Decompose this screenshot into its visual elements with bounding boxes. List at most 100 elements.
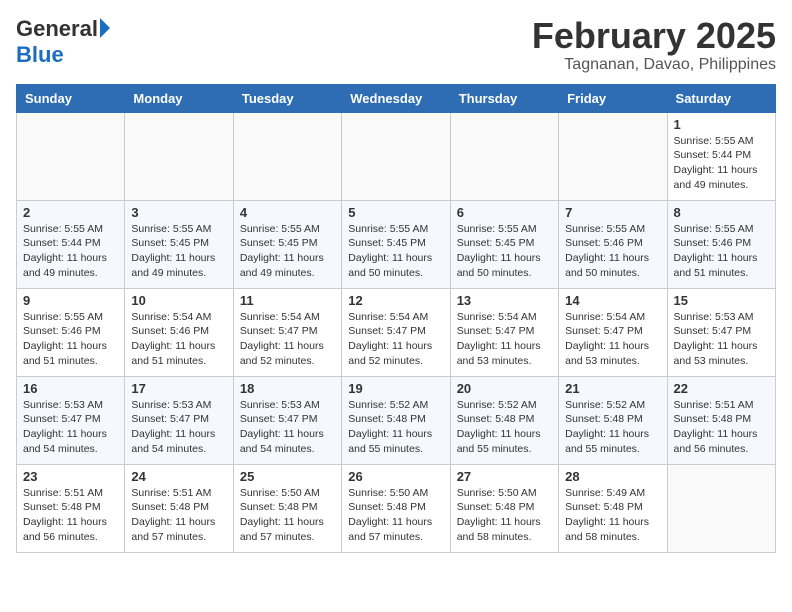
calendar-header-row: SundayMondayTuesdayWednesdayThursdayFrid… [17,84,776,112]
calendar-cell [559,112,667,200]
day-number: 24 [131,469,226,484]
calendar-cell [125,112,233,200]
day-number: 1 [674,117,769,132]
day-info: Sunrise: 5:54 AM Sunset: 5:47 PM Dayligh… [565,310,660,369]
calendar-cell: 20 Sunrise: 5:52 AM Sunset: 5:48 PM Dayli… [450,376,558,464]
day-number: 2 [23,205,118,220]
calendar-week-row: 9 Sunrise: 5:55 AM Sunset: 5:46 PM Daylig… [17,288,776,376]
day-number: 15 [674,293,769,308]
month-title: February 2025 [532,16,776,56]
calendar-cell: 13 Sunrise: 5:54 AM Sunset: 5:47 PM Dayli… [450,288,558,376]
calendar-cell: 9 Sunrise: 5:55 AM Sunset: 5:46 PM Daylig… [17,288,125,376]
calendar-cell: 23 Sunrise: 5:51 AM Sunset: 5:48 PM Dayli… [17,464,125,552]
calendar-cell: 21 Sunrise: 5:52 AM Sunset: 5:48 PM Dayli… [559,376,667,464]
calendar-cell: 5 Sunrise: 5:55 AM Sunset: 5:45 PM Daylig… [342,200,450,288]
calendar-cell: 2 Sunrise: 5:55 AM Sunset: 5:44 PM Daylig… [17,200,125,288]
day-info: Sunrise: 5:52 AM Sunset: 5:48 PM Dayligh… [565,398,660,457]
location-title: Tagnanan, Davao, Philippines [532,56,776,74]
logo-general-text: General [16,16,98,42]
weekday-header-monday: Monday [125,84,233,112]
day-info: Sunrise: 5:55 AM Sunset: 5:45 PM Dayligh… [348,222,443,281]
calendar-cell: 24 Sunrise: 5:51 AM Sunset: 5:48 PM Dayli… [125,464,233,552]
day-number: 11 [240,293,335,308]
day-info: Sunrise: 5:54 AM Sunset: 5:47 PM Dayligh… [348,310,443,369]
calendar-cell: 28Sunrise: 5:49 AM Sunset: 5:48 PM Dayli… [559,464,667,552]
calendar-cell: 15Sunrise: 5:53 AM Sunset: 5:47 PM Dayli… [667,288,775,376]
day-info: Sunrise: 5:52 AM Sunset: 5:48 PM Dayligh… [348,398,443,457]
calendar-cell: 25 Sunrise: 5:50 AM Sunset: 5:48 PM Dayli… [233,464,341,552]
title-area: February 2025 Tagnanan, Davao, Philippin… [532,16,776,74]
day-number: 28 [565,469,660,484]
calendar-cell [667,464,775,552]
calendar-cell [233,112,341,200]
calendar-cell: 10 Sunrise: 5:54 AM Sunset: 5:46 PM Dayli… [125,288,233,376]
day-number: 10 [131,293,226,308]
day-number: 21 [565,381,660,396]
calendar-cell: 12 Sunrise: 5:54 AM Sunset: 5:47 PM Dayli… [342,288,450,376]
calendar-cell: 14 Sunrise: 5:54 AM Sunset: 5:47 PM Dayli… [559,288,667,376]
page-header: General Blue February 2025 Tagnanan, Dav… [16,16,776,74]
logo-blue-text: Blue [16,42,64,68]
calendar-cell: 16 Sunrise: 5:53 AM Sunset: 5:47 PM Dayli… [17,376,125,464]
calendar-cell: 18Sunrise: 5:53 AM Sunset: 5:47 PM Dayli… [233,376,341,464]
calendar-cell: 3 Sunrise: 5:55 AM Sunset: 5:45 PM Daylig… [125,200,233,288]
day-info: Sunrise: 5:54 AM Sunset: 5:46 PM Dayligh… [131,310,226,369]
calendar-table: SundayMondayTuesdayWednesdayThursdayFrid… [16,84,776,553]
day-number: 14 [565,293,660,308]
calendar-cell [450,112,558,200]
calendar-week-row: 23 Sunrise: 5:51 AM Sunset: 5:48 PM Dayli… [17,464,776,552]
calendar-cell: 26 Sunrise: 5:50 AM Sunset: 5:48 PM Dayli… [342,464,450,552]
calendar-cell: 17 Sunrise: 5:53 AM Sunset: 5:47 PM Dayli… [125,376,233,464]
calendar-cell: 27Sunrise: 5:50 AM Sunset: 5:48 PM Dayli… [450,464,558,552]
day-number: 5 [348,205,443,220]
calendar-week-row: 2 Sunrise: 5:55 AM Sunset: 5:44 PM Daylig… [17,200,776,288]
day-number: 7 [565,205,660,220]
day-number: 25 [240,469,335,484]
weekday-header-wednesday: Wednesday [342,84,450,112]
day-number: 17 [131,381,226,396]
weekday-header-saturday: Saturday [667,84,775,112]
day-info: Sunrise: 5:55 AM Sunset: 5:44 PM Dayligh… [23,222,118,281]
day-info: Sunrise: 5:55 AM Sunset: 5:45 PM Dayligh… [240,222,335,281]
day-number: 9 [23,293,118,308]
day-info: Sunrise: 5:51 AM Sunset: 5:48 PM Dayligh… [674,398,769,457]
day-number: 12 [348,293,443,308]
calendar-cell: 7Sunrise: 5:55 AM Sunset: 5:46 PM Daylig… [559,200,667,288]
calendar-cell: 1 Sunrise: 5:55 AM Sunset: 5:44 PM Daylig… [667,112,775,200]
day-number: 3 [131,205,226,220]
day-info: Sunrise: 5:50 AM Sunset: 5:48 PM Dayligh… [457,486,552,545]
day-info: Sunrise: 5:53 AM Sunset: 5:47 PM Dayligh… [23,398,118,457]
day-info: Sunrise: 5:55 AM Sunset: 5:46 PM Dayligh… [674,222,769,281]
day-number: 22 [674,381,769,396]
day-number: 4 [240,205,335,220]
day-number: 18 [240,381,335,396]
day-info: Sunrise: 5:51 AM Sunset: 5:48 PM Dayligh… [23,486,118,545]
day-info: Sunrise: 5:54 AM Sunset: 5:47 PM Dayligh… [457,310,552,369]
logo-triangle-icon [100,18,110,38]
calendar-cell: 8Sunrise: 5:55 AM Sunset: 5:46 PM Daylig… [667,200,775,288]
day-number: 13 [457,293,552,308]
weekday-header-friday: Friday [559,84,667,112]
day-number: 20 [457,381,552,396]
day-info: Sunrise: 5:50 AM Sunset: 5:48 PM Dayligh… [348,486,443,545]
calendar-cell: 11Sunrise: 5:54 AM Sunset: 5:47 PM Dayli… [233,288,341,376]
calendar-cell: 19 Sunrise: 5:52 AM Sunset: 5:48 PM Dayli… [342,376,450,464]
day-info: Sunrise: 5:55 AM Sunset: 5:46 PM Dayligh… [23,310,118,369]
day-info: Sunrise: 5:51 AM Sunset: 5:48 PM Dayligh… [131,486,226,545]
day-number: 23 [23,469,118,484]
day-info: Sunrise: 5:55 AM Sunset: 5:45 PM Dayligh… [131,222,226,281]
day-info: Sunrise: 5:50 AM Sunset: 5:48 PM Dayligh… [240,486,335,545]
calendar-week-row: 16 Sunrise: 5:53 AM Sunset: 5:47 PM Dayli… [17,376,776,464]
calendar-cell [342,112,450,200]
logo: General Blue [16,16,110,68]
day-number: 19 [348,381,443,396]
day-info: Sunrise: 5:53 AM Sunset: 5:47 PM Dayligh… [131,398,226,457]
day-number: 6 [457,205,552,220]
day-info: Sunrise: 5:55 AM Sunset: 5:44 PM Dayligh… [674,134,769,193]
day-number: 16 [23,381,118,396]
day-number: 26 [348,469,443,484]
calendar-cell [17,112,125,200]
weekday-header-sunday: Sunday [17,84,125,112]
calendar-cell: 4 Sunrise: 5:55 AM Sunset: 5:45 PM Daylig… [233,200,341,288]
day-info: Sunrise: 5:52 AM Sunset: 5:48 PM Dayligh… [457,398,552,457]
